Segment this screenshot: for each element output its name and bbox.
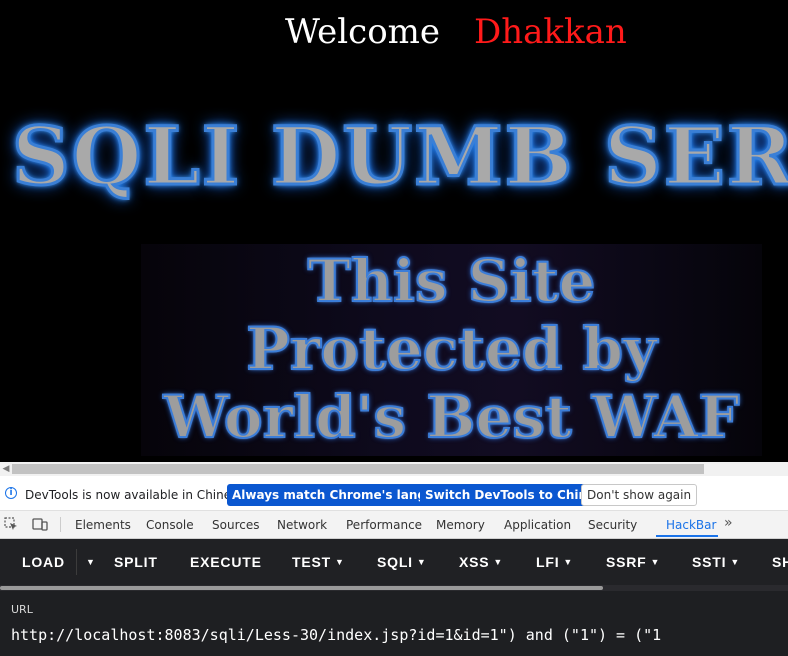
tab-security[interactable]: Security	[588, 518, 637, 532]
caret-down-icon: ▼	[493, 557, 504, 567]
tab-memory[interactable]: Memory	[436, 518, 485, 532]
tab-elements[interactable]: Elements	[75, 518, 131, 532]
active-tab-indicator	[656, 535, 718, 537]
waf-line: Protected by	[245, 315, 658, 383]
tab-hackbar[interactable]: HackBar	[666, 518, 716, 532]
sqli-banner-title: SQLI DUMB SER	[10, 108, 788, 205]
page-horizontal-scrollbar[interactable]: ◀	[0, 462, 788, 476]
shell-menu-button[interactable]: SH	[772, 554, 788, 570]
lfi-button-label: LFI	[536, 554, 560, 570]
sqli-button-label: SQLI	[377, 554, 413, 570]
scroll-left-icon[interactable]: ◀	[0, 462, 12, 476]
tab-application[interactable]: Application	[504, 518, 571, 532]
url-label: URL	[11, 603, 33, 616]
load-button[interactable]: LOAD	[22, 554, 65, 570]
device-toolbar-icon[interactable]	[32, 517, 48, 531]
welcome-username: Dhakkan	[474, 12, 627, 52]
infobar-message: DevTools is now available in Chinese!	[25, 488, 250, 502]
ssti-menu-button[interactable]: SSTI ▼	[692, 554, 740, 570]
page-viewport: Welcome Dhakkan SQLI DUMB SER This Site …	[0, 0, 788, 462]
xss-button-label: XSS	[459, 554, 490, 570]
test-menu-button[interactable]: TEST ▼	[292, 554, 345, 570]
caret-down-icon: ▼	[86, 557, 96, 567]
waf-line: World's Best WAF	[162, 383, 740, 451]
lfi-menu-button[interactable]: LFI ▼	[536, 554, 573, 570]
hackbar-toolbar-scrollbar[interactable]	[0, 585, 788, 591]
caret-down-icon: ▼	[730, 557, 741, 567]
execute-button-label: EXECUTE	[190, 554, 262, 570]
caret-down-icon: ▼	[650, 557, 661, 567]
test-button-label: TEST	[292, 554, 331, 570]
split-button[interactable]: SPLIT	[114, 554, 158, 570]
ssrf-menu-button[interactable]: SSRF ▼	[606, 554, 660, 570]
ssti-button-label: SSTI	[692, 554, 727, 570]
execute-button[interactable]: EXECUTE	[190, 554, 262, 570]
caret-down-icon: ▼	[416, 557, 427, 567]
waf-banner: This Site Protected by World's Best WAF	[141, 244, 762, 456]
xss-menu-button[interactable]: XSS ▼	[459, 554, 503, 570]
ssrf-button-label: SSRF	[606, 554, 647, 570]
tab-console[interactable]: Console	[146, 518, 194, 532]
tab-performance[interactable]: Performance	[346, 518, 422, 532]
chevron-double-right-icon[interactable]: »	[724, 515, 733, 531]
devtools-tab-strip: Elements Console Sources Network Perform…	[0, 511, 788, 539]
toolbar-divider	[76, 549, 77, 575]
load-options-dropdown[interactable]: ▼	[82, 554, 96, 570]
split-button-label: SPLIT	[114, 554, 158, 570]
info-icon: i	[5, 487, 17, 499]
caret-down-icon: ▼	[334, 557, 345, 567]
hackbar-toolbar: LOAD ▼ SPLIT EXECUTE TEST ▼ SQLI ▼ XSS ▼ LF…	[0, 539, 788, 585]
shell-button-label: SH	[772, 554, 788, 570]
tab-sources[interactable]: Sources	[212, 518, 259, 532]
caret-down-icon: ▼	[563, 557, 574, 567]
scrollbar-thumb[interactable]	[12, 464, 704, 474]
scrollbar-thumb[interactable]	[0, 586, 603, 590]
toolbar-separator	[60, 517, 61, 532]
waf-line: This Site	[307, 247, 597, 315]
url-input[interactable]: http://localhost:8083/sqli/Less-30/index…	[11, 626, 661, 644]
dont-show-again-button[interactable]: Don't show again	[581, 484, 698, 506]
tab-network[interactable]: Network	[277, 518, 327, 532]
devtools-language-infobar: i DevTools is now available in Chinese! …	[0, 476, 788, 511]
hackbar-panel: LOAD ▼ SPLIT EXECUTE TEST ▼ SQLI ▼ XSS ▼ LF…	[0, 539, 788, 656]
sqli-menu-button[interactable]: SQLI ▼	[377, 554, 427, 570]
inspect-element-icon[interactable]	[4, 517, 18, 531]
welcome-label: Welcome	[285, 12, 441, 52]
load-button-label: LOAD	[22, 554, 65, 570]
